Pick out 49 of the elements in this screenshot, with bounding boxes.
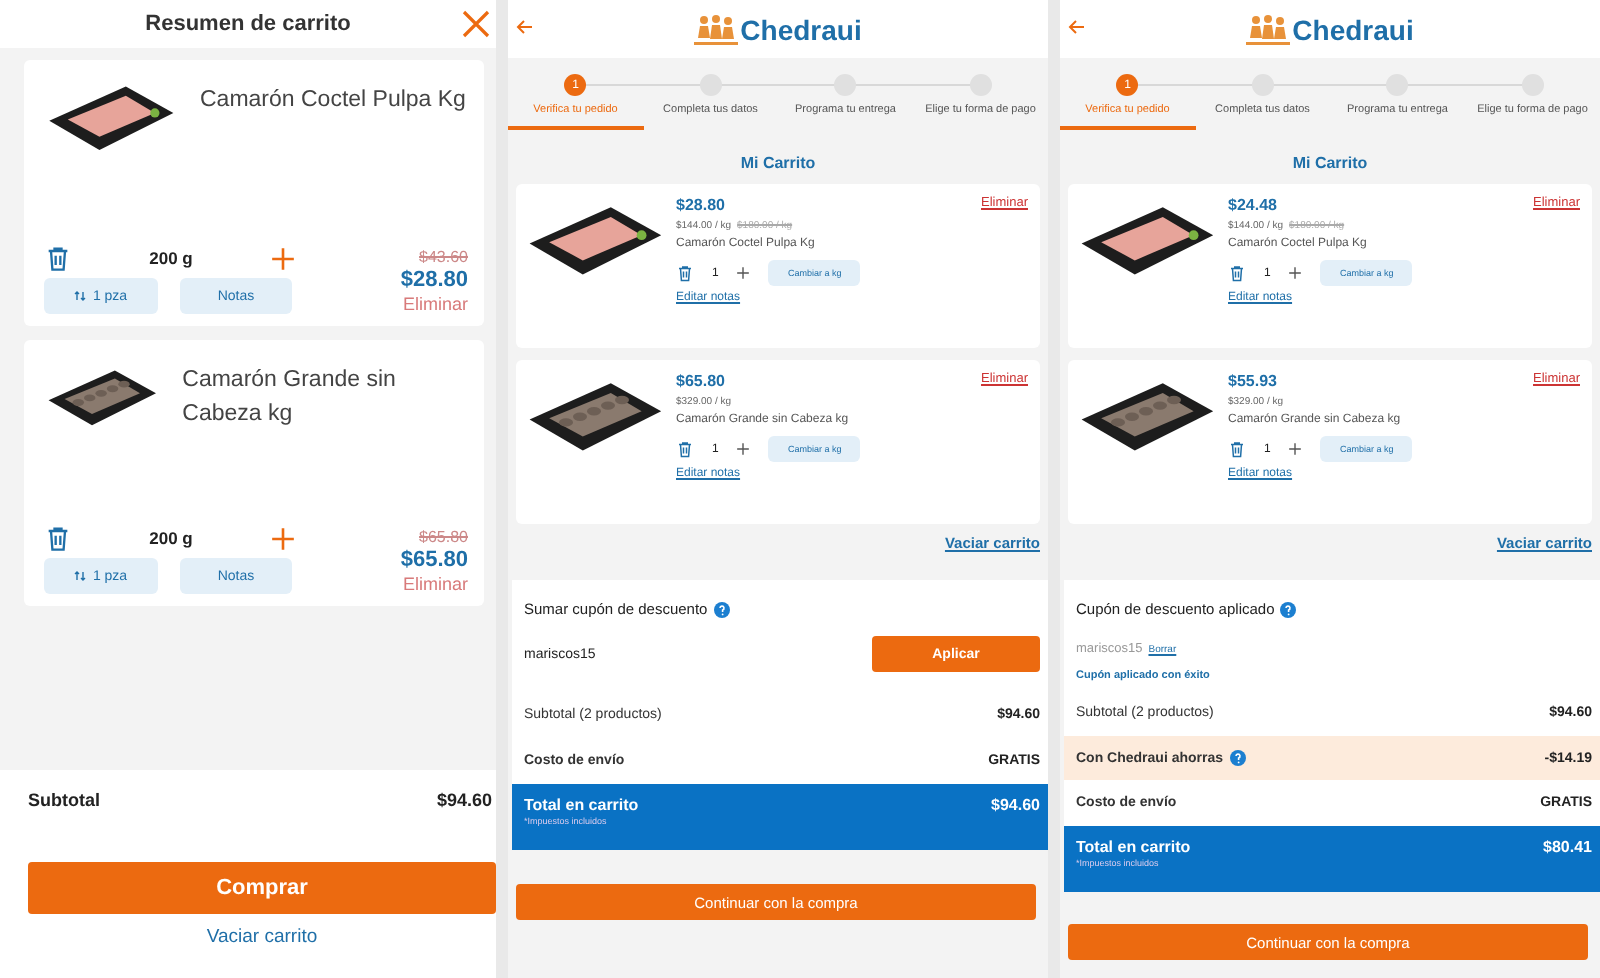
plus-icon[interactable] — [270, 245, 296, 271]
trash-icon[interactable] — [44, 244, 72, 272]
people-logo-icon — [1246, 13, 1291, 45]
product-name: Camarón Grande sin Cabeza kg — [182, 366, 398, 430]
empty-cart-link[interactable]: Vaciar carrito — [206, 926, 318, 948]
brand-logo-text: Chedraui — [1292, 13, 1414, 45]
buy-button[interactable]: Comprar — [28, 862, 496, 914]
cart-heading: Mi Carrito — [740, 154, 816, 172]
total-label: Total en carrito — [1076, 838, 1191, 856]
swap-icon — [74, 570, 87, 582]
help-icon[interactable] — [713, 601, 730, 617]
subtotal-value: $94.60 — [436, 790, 492, 810]
subtotal-label: Subtotal — [28, 790, 100, 810]
total-label: Total en carrito — [524, 796, 639, 814]
remove-link[interactable]: Eliminar — [402, 294, 468, 314]
original-price: $65.80 — [419, 528, 468, 546]
back-arrow-icon[interactable] — [1068, 18, 1086, 36]
product-price: $24.48 — [1228, 196, 1277, 214]
help-icon[interactable] — [1229, 750, 1246, 766]
product-price: $65.80 — [400, 548, 468, 572]
product-price: $28.80 — [400, 268, 468, 292]
trash-icon[interactable] — [1228, 264, 1246, 282]
product-price: $28.80 — [676, 196, 725, 214]
plus-icon[interactable] — [736, 266, 751, 280]
swap-icon — [74, 290, 87, 302]
remove-link[interactable]: Eliminar — [402, 574, 468, 594]
original-price: $43.60 — [419, 248, 468, 266]
back-arrow-icon[interactable] — [516, 18, 534, 36]
total-value: $80.41 — [1543, 838, 1592, 860]
people-logo-icon — [694, 13, 739, 45]
plus-icon[interactable] — [736, 442, 751, 456]
plus-icon[interactable] — [270, 525, 296, 551]
trash-icon[interactable] — [676, 264, 694, 282]
help-icon[interactable] — [1280, 601, 1297, 617]
product-price: $65.80 — [676, 372, 725, 390]
brand-logo-text: Chedraui — [740, 13, 862, 45]
trash-icon[interactable] — [676, 440, 694, 458]
quantity-value: 200 g — [149, 528, 193, 548]
quantity-value: 200 g — [149, 248, 193, 268]
plus-icon[interactable] — [1288, 442, 1303, 456]
drawer-title: Resumen de carrito — [145, 12, 351, 36]
trash-icon[interactable] — [1228, 440, 1246, 458]
product-price: $55.93 — [1228, 372, 1277, 390]
trash-icon[interactable] — [44, 524, 72, 552]
product-name: Camarón Coctel Pulpa Kg — [200, 86, 466, 116]
close-icon[interactable] — [460, 8, 492, 40]
total-value: $94.60 — [991, 796, 1040, 818]
cart-heading: Mi Carrito — [1292, 154, 1368, 172]
plus-icon[interactable] — [1288, 266, 1303, 280]
